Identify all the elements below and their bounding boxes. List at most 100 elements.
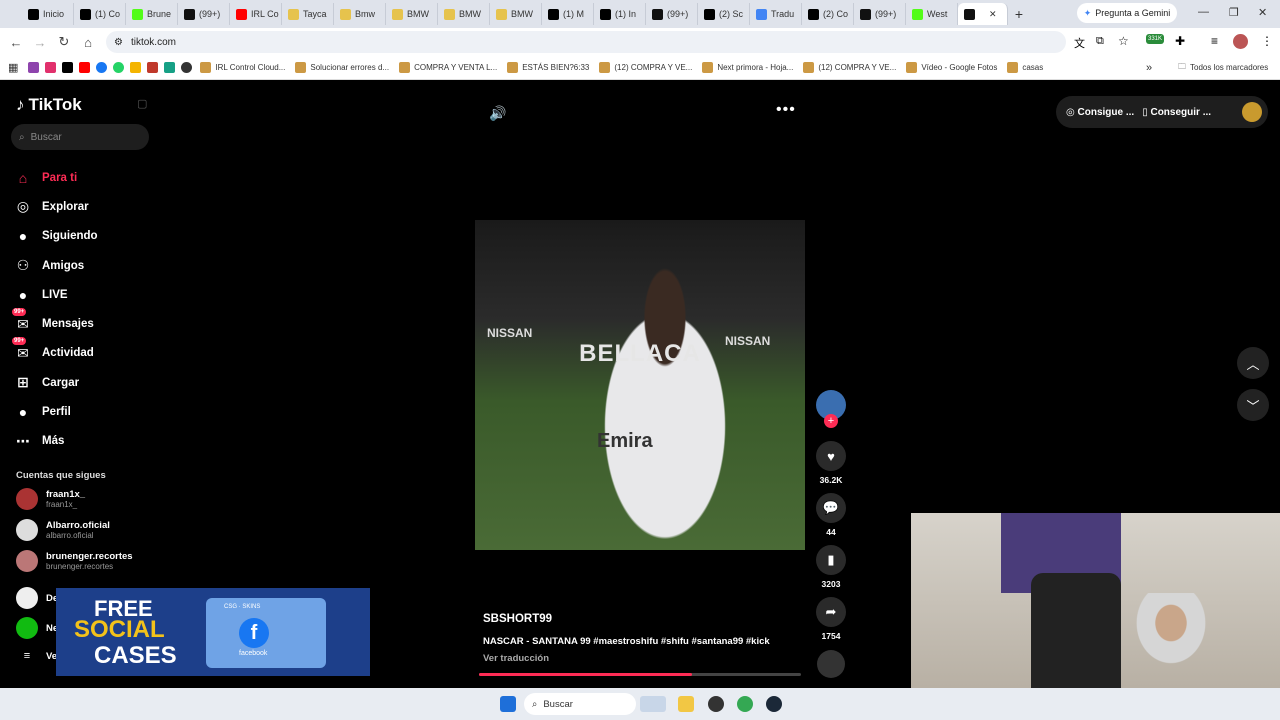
all-bookmarks-folder[interactable]: 🗀 Todos los marcadores — [1178, 61, 1268, 75]
sidebar-item-compass[interactable]: ◎ Explorar — [14, 192, 154, 221]
get-app-button[interactable]: ▯ Conseguir ... — [1142, 107, 1211, 118]
get-coins-button[interactable]: ◎ Consigue ... — [1066, 107, 1134, 118]
see-more-link[interactable]: ≡ Ve — [16, 650, 57, 662]
browser-tab[interactable]: BMW — [490, 3, 542, 25]
browser-tab[interactable]: (1) In — [594, 3, 646, 25]
bookmark-item[interactable]: Solucionar errores d... — [295, 62, 389, 73]
follow-plus-icon[interactable]: + — [824, 414, 838, 428]
browser-tab[interactable]: (2) Co — [802, 3, 854, 25]
bookmark-item[interactable]: ESTÁS BIEN?6:33 — [507, 62, 589, 73]
browser-tab[interactable]: ✕ — [958, 3, 1008, 25]
close-window-icon[interactable]: ✕ — [1258, 6, 1267, 19]
next-video-chevron-down-icon[interactable]: ﹀ — [1237, 389, 1269, 421]
url-input[interactable]: ⚙ tiktok.com — [106, 31, 1066, 53]
sidebar-item-upload[interactable]: ⊞ Cargar — [14, 368, 154, 397]
save-action[interactable]: ▮ 3203 — [814, 545, 848, 589]
translate-page-icon[interactable]: 文 — [1074, 35, 1085, 51]
browser-tab[interactable]: (2) Sc — [698, 3, 750, 25]
youtube-icon[interactable] — [79, 62, 91, 73]
video-author[interactable]: SBSHORT99 — [483, 613, 552, 625]
install-app-icon[interactable]: ⧉ — [1096, 35, 1104, 48]
following-item[interactable]: brunenger.recortes brunenger.recortes — [16, 550, 133, 572]
close-tab-icon[interactable]: ✕ — [989, 9, 997, 20]
previous-video-chevron-up-icon[interactable]: ︿ — [1237, 347, 1269, 379]
video-player[interactable]: NISSAN NISSAN Emira BELLACA — [475, 220, 805, 550]
profile-avatar[interactable] — [1242, 102, 1262, 122]
search-input[interactable]: ⌕ Buscar — [11, 124, 149, 150]
bookmark-item[interactable]: COMPRA Y VENTA L... — [399, 62, 497, 73]
whatsapp-icon[interactable] — [113, 62, 125, 73]
bookmark-item[interactable]: casas — [1007, 62, 1043, 73]
file-explorer-icon[interactable] — [678, 696, 694, 712]
following-item[interactable]: Albarro.oficial albarro.oficial — [16, 519, 110, 541]
media-control-icon[interactable]: ≡ — [1211, 34, 1218, 48]
browser-tab[interactable]: Tradu — [750, 3, 802, 25]
browser-tab[interactable]: (99+) — [646, 3, 698, 25]
bookmark-item[interactable]: (12) COMPRA Y VE... — [803, 62, 896, 73]
comment-action[interactable]: 💬 44 — [814, 493, 848, 537]
heart-icon[interactable]: ♥ — [816, 441, 846, 471]
sidebar-item-profile[interactable]: ● Perfil — [14, 397, 154, 426]
bookmark-item[interactable]: (12) COMPRA Y VE... — [599, 62, 692, 73]
like-action[interactable]: ♥ 36.2K — [814, 441, 848, 485]
following-item[interactable]: Ne — [16, 617, 58, 639]
share-icon[interactable]: ➦ — [816, 597, 846, 627]
sidebar-item-messages[interactable]: ✉ 99+ Mensajes — [12, 307, 154, 338]
browser-tab[interactable]: (99+) — [854, 3, 906, 25]
profile-avatar-icon[interactable] — [1233, 34, 1248, 49]
apps-grid-icon[interactable]: ▦ — [8, 61, 18, 74]
sidebar-item-following[interactable]: ● Siguiendo — [14, 222, 154, 251]
free-social-cases-ad[interactable]: CSG · SKINS f facebook FREE SOCIAL CASES — [56, 588, 370, 676]
windows-start-icon[interactable] — [500, 696, 516, 712]
browser-tab[interactable]: (1) M — [542, 3, 594, 25]
browser-tab[interactable]: (1) Co — [74, 3, 126, 25]
bookmark-icon[interactable] — [147, 62, 159, 73]
extension-badge[interactable]: 331K — [1146, 34, 1165, 44]
steam-icon[interactable] — [766, 696, 782, 712]
widgets-icon[interactable] — [640, 696, 666, 712]
collapse-sidebar-icon[interactable]: ▢ — [137, 97, 147, 110]
browser-menu-icon[interactable]: ⋮ — [1261, 34, 1273, 48]
extensions-icon[interactable]: ✚ — [1175, 34, 1185, 48]
bookmark-icon[interactable]: ▮ — [816, 545, 846, 575]
home-page-icon[interactable]: ⌂ — [76, 35, 100, 50]
browser-tab[interactable]: IRL Co — [230, 3, 282, 25]
x-icon[interactable] — [62, 62, 74, 73]
following-item[interactable]: De — [16, 587, 58, 609]
tiktok-logo[interactable]: ♪ TikTok — [16, 95, 82, 115]
minimize-icon[interactable]: — — [1198, 6, 1209, 18]
facebook-icon[interactable] — [96, 62, 108, 73]
chrome-icon[interactable] — [737, 696, 753, 712]
sidebar-item-activity[interactable]: ✉ 99+ Actividad — [12, 336, 154, 368]
browser-tab[interactable]: Brune — [126, 3, 178, 25]
back-icon[interactable]: ← — [4, 35, 28, 50]
sidebar-item-more[interactable]: ⋯ Más — [14, 427, 154, 456]
taskbar-search[interactable]: ⌕ Buscar — [524, 693, 636, 715]
see-translation-link[interactable]: Ver traducción — [483, 653, 549, 664]
video-progress-bar[interactable] — [479, 673, 801, 676]
more-options-icon[interactable]: ••• — [776, 101, 796, 119]
gemini-button[interactable]: ✦ Pregunta a Gemini — [1077, 3, 1177, 23]
instagram-icon[interactable] — [45, 62, 57, 73]
comment-icon[interactable]: 💬 — [816, 493, 846, 523]
app-icon[interactable] — [708, 696, 724, 712]
sidebar-item-friends[interactable]: ⚇ Amigos — [14, 251, 154, 280]
browser-tab[interactable]: BMW — [386, 3, 438, 25]
microsoft-icon[interactable] — [130, 62, 142, 73]
reload-icon[interactable]: ↻ — [52, 34, 76, 50]
bookmark-item[interactable]: IRL Control Cloud... — [200, 62, 285, 73]
browser-tab[interactable]: Bmw — [334, 3, 386, 25]
bookmark-star-icon[interactable]: ☆ — [1118, 34, 1129, 48]
share-action[interactable]: ➦ 1754 — [814, 597, 848, 641]
maximize-icon[interactable]: ❐ — [1229, 6, 1239, 19]
forward-icon[interactable]: → — [28, 35, 52, 50]
browser-tab[interactable]: Tayca — [282, 3, 334, 25]
sidebar-item-live[interactable]: ● LIVE — [14, 280, 154, 309]
browser-tab[interactable]: (99+) — [178, 3, 230, 25]
browser-tab[interactable]: BMW — [438, 3, 490, 25]
browser-tab[interactable]: Inicio — [22, 3, 74, 25]
browser-tab[interactable]: West — [906, 3, 958, 25]
new-tab-icon[interactable]: + — [1008, 6, 1030, 22]
following-item[interactable]: fraan1x_ fraan1x_ — [16, 488, 85, 510]
bookmark-icon[interactable] — [164, 62, 176, 73]
